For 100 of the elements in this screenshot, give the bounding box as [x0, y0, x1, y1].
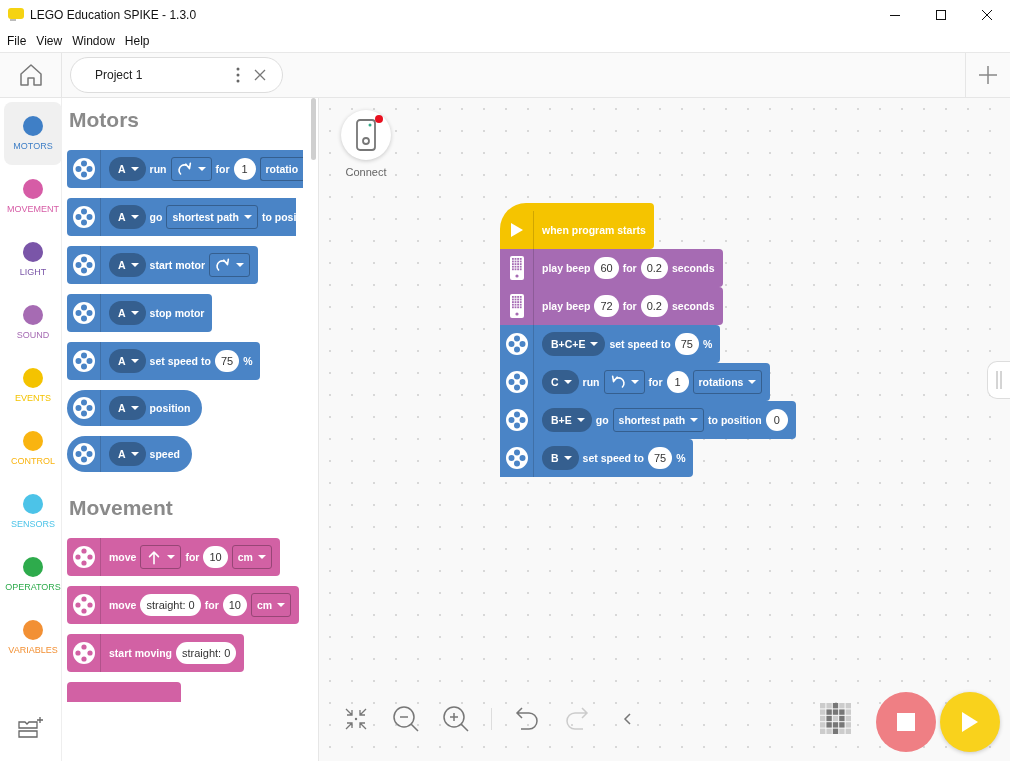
code-block[interactable]: play beep 72 for 0.2 seconds [500, 287, 723, 325]
app-logo-icon [8, 8, 24, 22]
menu-item[interactable]: Window [67, 34, 120, 48]
extensions-icon[interactable] [16, 716, 45, 740]
port-dropdown[interactable]: A [109, 301, 146, 325]
close-icon [982, 10, 992, 20]
menu-item[interactable]: Help [119, 34, 155, 48]
hub-icon [508, 255, 525, 281]
direction-dropdown[interactable] [140, 545, 182, 569]
caret-icon [243, 215, 252, 219]
option-dropdown[interactable]: shortest path [166, 205, 258, 229]
port-dropdown[interactable]: B+C+E [542, 332, 606, 356]
value-input[interactable]: 75 [674, 333, 699, 355]
wheel-icon [71, 593, 96, 617]
value-input[interactable]: 75 [214, 350, 240, 372]
code-block[interactable]: move straight: 0 for 10 cm [67, 586, 300, 624]
stop-icon [897, 713, 915, 731]
undo-icon [514, 706, 540, 732]
close-icon[interactable] [254, 69, 266, 81]
value-input[interactable]: straight: 0 [176, 642, 237, 664]
code-block[interactable]: B set speed to 75 % [500, 439, 694, 477]
menu-item[interactable]: File [2, 34, 32, 48]
value-input[interactable]: 75 [647, 447, 673, 469]
clockwise-arrow-icon [176, 160, 193, 178]
port-dropdown[interactable]: A [109, 205, 146, 229]
code-block[interactable]: A position [67, 390, 203, 426]
port-dropdown[interactable]: B+E [542, 408, 592, 432]
port-dropdown[interactable]: A [109, 349, 146, 373]
panel-handle[interactable] [987, 361, 1010, 399]
zoom-in-button[interactable] [441, 704, 471, 734]
code-block[interactable]: play beep 60 for 0.2 seconds [500, 249, 723, 287]
caret-icon [167, 555, 176, 559]
option-dropdown[interactable]: shortest path [612, 408, 705, 432]
caret-icon [748, 380, 757, 384]
plus-icon [978, 65, 998, 85]
section-title: Movement [69, 496, 174, 520]
caret-icon [130, 452, 139, 456]
minimize-icon [890, 14, 900, 16]
option-dropdown[interactable]: rotatio [259, 157, 304, 181]
connect-button[interactable] [341, 110, 391, 160]
zoom-out-button[interactable] [391, 704, 421, 734]
value-input[interactable]: straight: 0 [140, 594, 201, 616]
port-dropdown[interactable]: A [109, 157, 146, 181]
direction-dropdown[interactable] [603, 370, 645, 394]
menu-item[interactable]: View [31, 34, 68, 48]
value-input[interactable]: 0.2 [640, 257, 668, 279]
block-label: for [648, 376, 663, 388]
port-dropdown[interactable]: C [542, 370, 579, 394]
option-dropdown[interactable]: cm [231, 545, 272, 569]
value-input[interactable]: 0.2 [640, 295, 668, 317]
value-input[interactable]: 10 [203, 546, 228, 568]
block-label: speed [149, 448, 180, 460]
scrollbar-thumb[interactable] [311, 98, 316, 160]
code-block[interactable]: A stop motor [67, 294, 213, 332]
motor-icon [71, 205, 96, 229]
code-block[interactable]: A speed [67, 436, 192, 472]
code-block[interactable]: A run for 1 rotatio [67, 150, 304, 188]
block-label: move [109, 599, 137, 611]
category-item[interactable]: SOUND [4, 291, 62, 354]
direction-dropdown[interactable] [209, 253, 251, 277]
more-icon[interactable] [236, 67, 240, 83]
category-item[interactable]: LIGHT [4, 228, 62, 291]
port-dropdown[interactable]: A [109, 396, 146, 420]
section-title: Motors [69, 108, 140, 132]
port-dropdown[interactable]: B [542, 446, 579, 470]
block-label: run [149, 163, 167, 175]
port-dropdown[interactable]: A [109, 442, 146, 466]
category-item[interactable]: MOTORS [4, 102, 62, 165]
caret-icon [130, 167, 139, 171]
project-tab[interactable]: Project 1 [70, 57, 283, 93]
code-block[interactable]: A start motor [67, 246, 259, 284]
block-label: when program starts [542, 224, 646, 236]
hub-icon [356, 119, 376, 151]
direction-dropdown[interactable] [170, 157, 212, 181]
value-input[interactable]: 0 [765, 409, 788, 431]
code-block[interactable]: B+E go shortest path to position 0 [500, 401, 796, 439]
value-input[interactable]: 60 [594, 257, 619, 279]
code-block[interactable]: C run for 1 rotations [500, 363, 771, 401]
value-input[interactable]: 1 [666, 371, 689, 393]
port-dropdown[interactable]: A [109, 253, 146, 277]
code-block[interactable]: start moving straight: 0 [67, 634, 245, 672]
connect-label: Connect [345, 166, 387, 178]
code-block[interactable]: A set speed to 75 % [67, 342, 261, 380]
code-block[interactable]: move for 10 cm [67, 538, 280, 576]
code-block[interactable]: B+C+E set speed to 75 % [500, 325, 721, 363]
option-dropdown[interactable]: rotations [692, 370, 763, 394]
category-item[interactable]: MOVEMENT [4, 165, 62, 228]
code-block[interactable]: A go shortest path to posi [67, 198, 297, 236]
caret-icon [563, 456, 572, 460]
stop-button[interactable] [876, 692, 936, 752]
caret-icon [277, 603, 286, 607]
option-dropdown[interactable]: cm [251, 593, 292, 617]
caret-icon [690, 418, 699, 422]
caret-icon [130, 263, 139, 267]
value-input[interactable]: 1 [233, 158, 256, 180]
value-input[interactable]: 72 [594, 295, 619, 317]
redo-icon [564, 706, 590, 732]
light-matrix-icon[interactable] [820, 703, 852, 735]
caret-icon [130, 359, 139, 363]
value-input[interactable]: 10 [222, 594, 247, 616]
